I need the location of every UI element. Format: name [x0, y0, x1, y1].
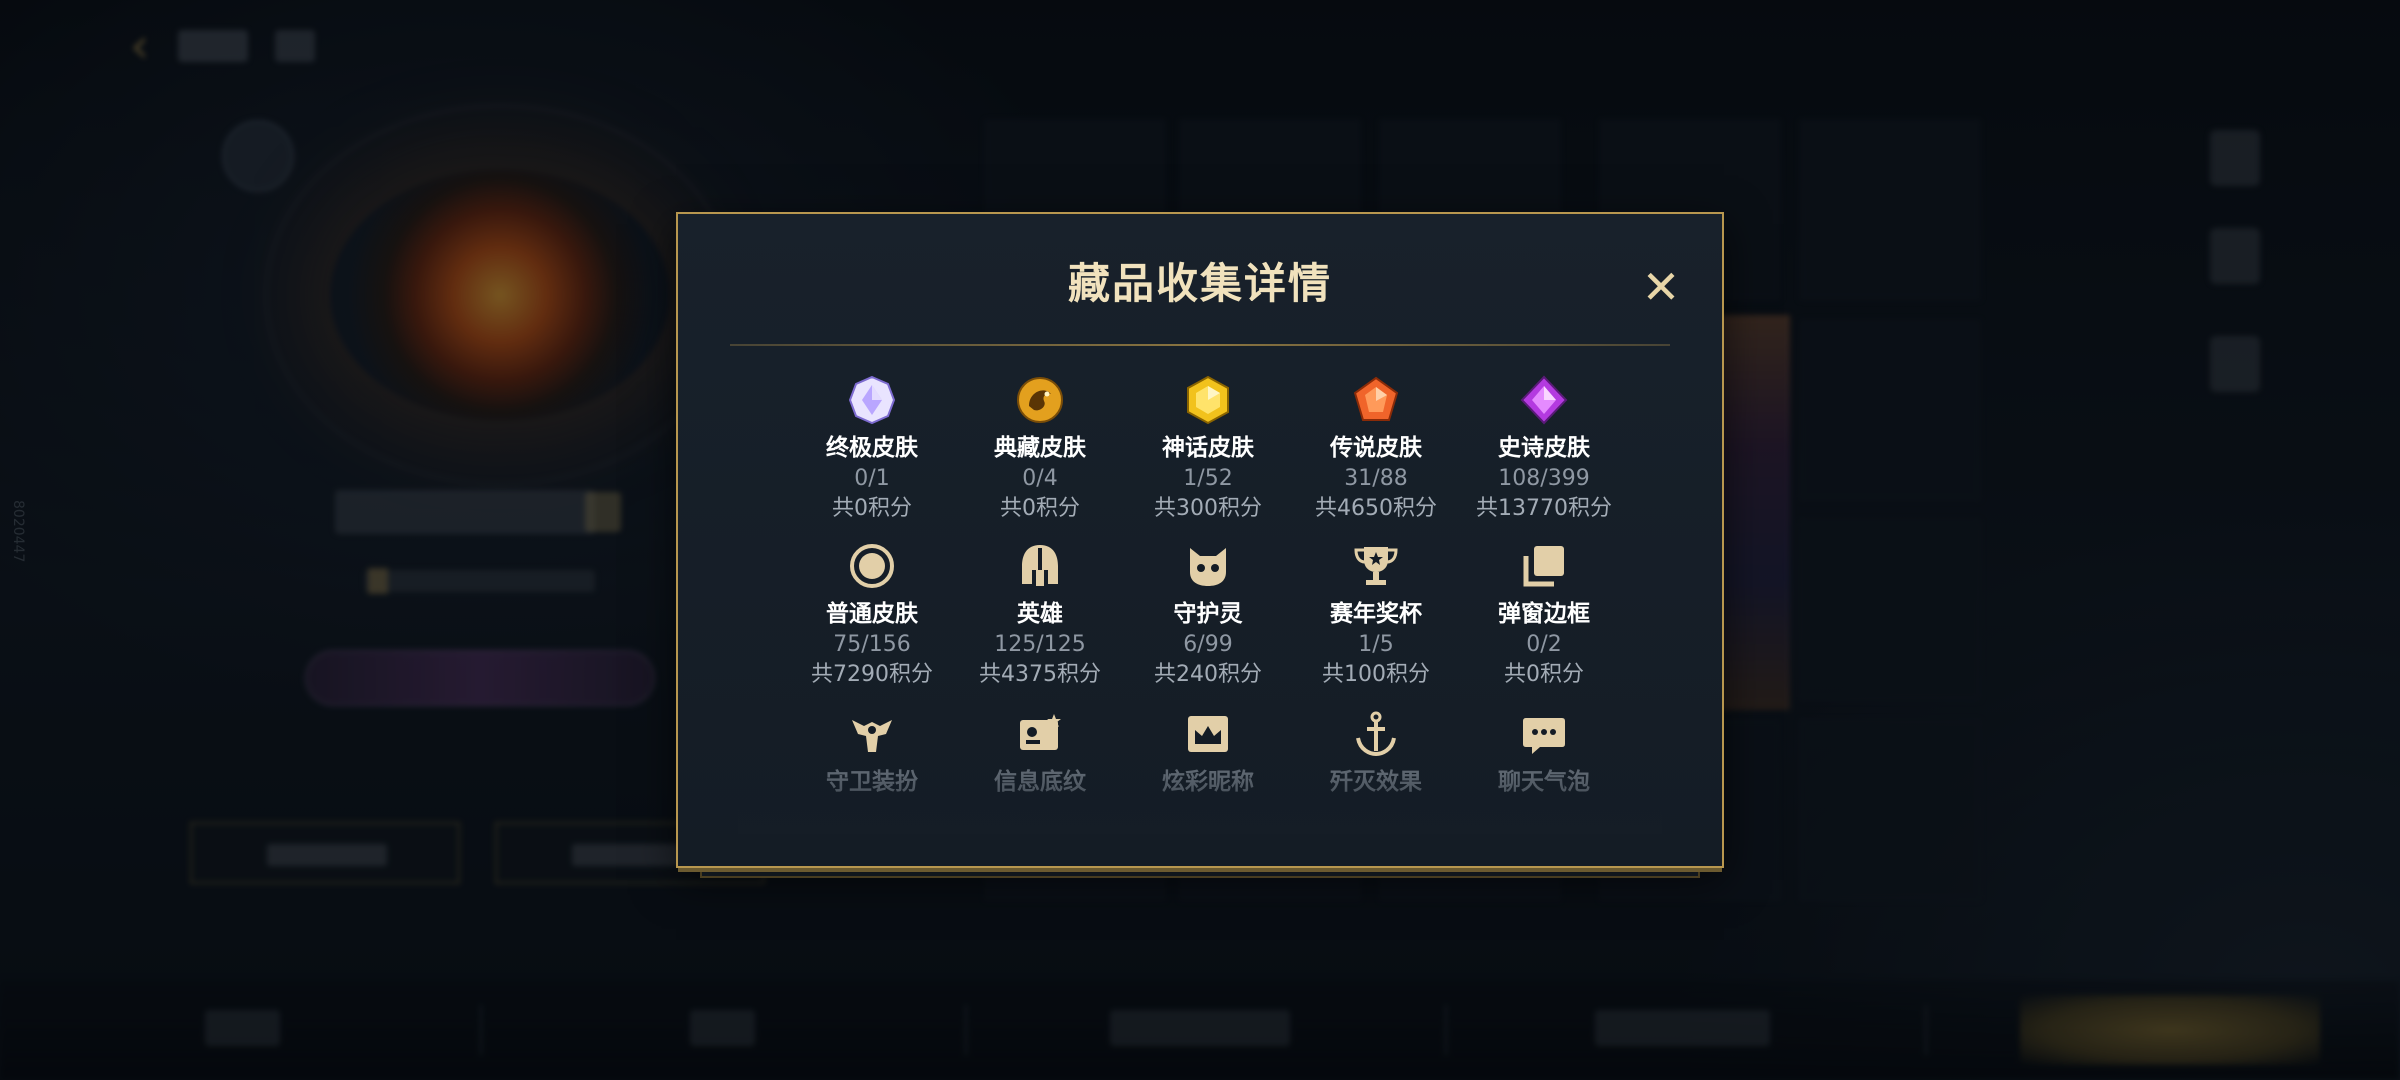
hero-helmet-icon	[1014, 540, 1066, 592]
collection-item-name: 神话皮肤	[1162, 435, 1254, 461]
collection-item-points: 共7290积分	[811, 662, 933, 687]
popup-frame-icon	[1518, 540, 1570, 592]
mythic-skin-icon	[1182, 374, 1234, 426]
collection-item-points: 共300积分	[1154, 496, 1262, 521]
collection-item-name: 终极皮肤	[826, 435, 918, 461]
collection-item-name: 弹窗边框	[1498, 601, 1590, 627]
collection-item-points: 共0积分	[1504, 662, 1584, 687]
collection-item[interactable]: 终极皮肤 0/1 共0积分	[788, 374, 956, 534]
collection-item-name: 传说皮肤	[1330, 435, 1422, 461]
scroll-fade	[738, 774, 1662, 834]
guardian-spirit-icon	[1182, 540, 1234, 592]
collection-item-count: 75/156	[833, 632, 911, 657]
collection-item-name: 典藏皮肤	[994, 435, 1086, 461]
collection-item-count: 0/2	[1526, 632, 1562, 657]
ultimate-skin-icon	[846, 374, 898, 426]
collector-skin-icon	[1014, 374, 1066, 426]
collection-item-points: 共0积分	[1000, 496, 1080, 521]
annihilation-effect-icon	[1350, 708, 1402, 760]
legendary-skin-icon	[1350, 374, 1402, 426]
close-button[interactable]: ✕	[1636, 262, 1686, 312]
title-divider	[730, 344, 1670, 346]
fancy-nickname-icon	[1182, 708, 1234, 760]
collection-details-modal: 藏品收集详情 ✕ 终极皮肤 0/1 共0积分 典藏皮肤 0/4 共0积分 神话皮肤 1/5…	[676, 212, 1724, 868]
collection-item-count: 1/52	[1183, 466, 1233, 491]
collection-item[interactable]: 传说皮肤 31/88 共4650积分	[1292, 374, 1460, 534]
trophy-icon	[1350, 540, 1402, 592]
collection-item-name: 赛年奖杯	[1330, 601, 1422, 627]
collection-item[interactable]: 普通皮肤 75/156 共7290积分	[788, 540, 956, 700]
collection-item[interactable]: 神话皮肤 1/52 共300积分	[1124, 374, 1292, 534]
collection-item-count: 108/399	[1498, 466, 1590, 491]
collection-item-points: 共4650积分	[1315, 496, 1437, 521]
collection-item[interactable]: 史诗皮肤 108/399 共13770积分	[1460, 374, 1628, 534]
collection-item-points: 共100积分	[1322, 662, 1430, 687]
chat-bubble-icon	[1518, 708, 1570, 760]
close-icon: ✕	[1641, 260, 1681, 314]
collection-item-points: 共240积分	[1154, 662, 1262, 687]
collection-item[interactable]: 赛年奖杯 1/5 共100积分	[1292, 540, 1460, 700]
collection-item-points: 共13770积分	[1476, 496, 1612, 521]
collection-item-name: 英雄	[1017, 601, 1063, 627]
collection-item-count: 1/5	[1358, 632, 1394, 657]
collection-item-count: 0/4	[1022, 466, 1058, 491]
collection-item-count: 31/88	[1344, 466, 1408, 491]
collection-item[interactable]: 典藏皮肤 0/4 共0积分	[956, 374, 1124, 534]
collection-item-count: 125/125	[994, 632, 1086, 657]
collection-item-points: 共4375积分	[979, 662, 1101, 687]
epic-skin-icon	[1518, 374, 1570, 426]
collection-item-count: 6/99	[1183, 632, 1233, 657]
collection-item-name: 守护灵	[1173, 601, 1243, 627]
collection-item[interactable]: 英雄 125/125 共4375积分	[956, 540, 1124, 700]
collection-item-name: 普通皮肤	[826, 601, 918, 627]
collection-item[interactable]: 弹窗边框 0/2 共0积分	[1460, 540, 1628, 700]
guard-outfit-icon	[846, 708, 898, 760]
collection-item-name: 史诗皮肤	[1498, 435, 1590, 461]
info-card-icon	[1014, 708, 1066, 760]
collection-item-count: 0/1	[854, 466, 890, 491]
collection-item[interactable]: 守护灵 6/99 共240积分	[1124, 540, 1292, 700]
modal-title: 藏品收集详情	[1067, 259, 1332, 308]
normal-skin-icon	[846, 540, 898, 592]
collection-item-points: 共0积分	[832, 496, 912, 521]
